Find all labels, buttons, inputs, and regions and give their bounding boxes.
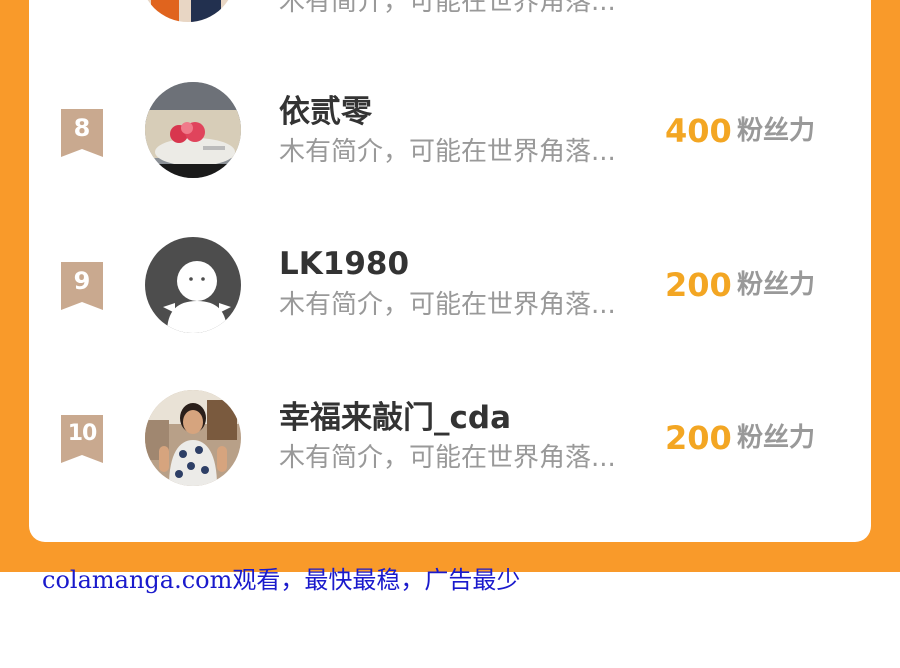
flower-photo-avatar [145, 82, 241, 178]
user-name[interactable]: 依贰零 [279, 93, 372, 131]
rank-number: 8 [73, 114, 91, 142]
fan-score-unit: 粉丝力 [737, 423, 816, 453]
rank-badge: 8 [61, 109, 103, 157]
rank-badge: 9 [61, 262, 103, 310]
footer-watermark-link[interactable]: colamanga.com观看，最快最稳，广告最少 [42, 563, 520, 597]
list-item[interactable]: 9 LK1980 木有简介，可能在世界角落... 200 粉丝力 [29, 231, 871, 341]
fan-score: 200 [665, 266, 732, 304]
rank-number: 9 [73, 267, 91, 295]
fan-score-unit: 粉丝力 [737, 116, 816, 146]
avatar[interactable] [145, 390, 241, 486]
rank-number: 10 [67, 421, 98, 446]
avatar[interactable] [145, 82, 241, 178]
user-name[interactable]: 幸福来敲门_cda [279, 399, 511, 437]
person-photo-avatar [145, 390, 241, 486]
avatar[interactable] [145, 237, 241, 333]
list-item[interactable]: 8 依贰零 木有简介，可能在世界角落... 400 粉丝力 [29, 76, 871, 186]
avatar[interactable] [145, 0, 231, 22]
user-bio: 木有简介，可能在世界角落... [279, 443, 616, 473]
user-bio: 木有简介，可能在世界角落... [279, 0, 616, 17]
default-ghost-avatar [145, 237, 241, 333]
user-name[interactable]: LK1980 [279, 245, 409, 283]
fan-score: 400 [665, 112, 732, 150]
user-bio: 木有简介，可能在世界角落... [279, 290, 616, 320]
user-bio: 木有简介，可能在世界角落... [279, 137, 616, 167]
fan-score-unit: 粉丝力 [737, 270, 816, 300]
list-item[interactable]: 10 幸福来敲门_cda 木有简介，可能在世界角落... 200 粉丝力 [29, 384, 871, 494]
fan-score: 200 [665, 419, 732, 457]
rank-badge: 10 [61, 415, 103, 463]
